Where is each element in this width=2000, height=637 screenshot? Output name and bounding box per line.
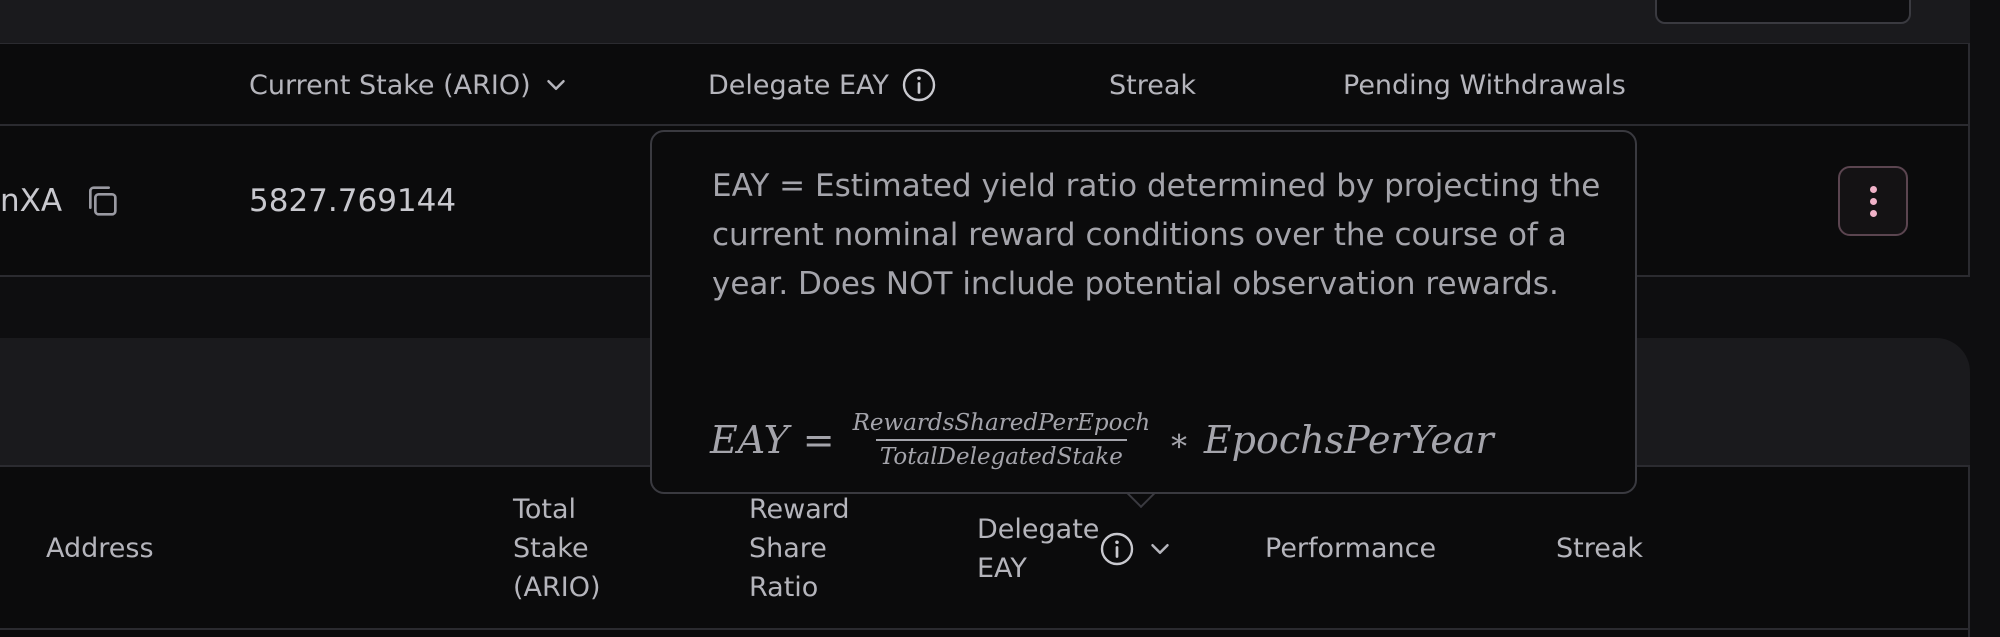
tooltip-description: EAY = Estimated yield ratio determined b… xyxy=(712,168,1601,302)
menu-dot xyxy=(1869,197,1877,205)
column-address[interactable]: Address xyxy=(46,467,154,630)
info-circle-icon[interactable] xyxy=(901,67,937,103)
info-circle-icon[interactable] xyxy=(1099,531,1135,567)
column-delegate-eay-label: Delegate EAY xyxy=(708,69,889,101)
formula-numerator: RewardsSharedPerEpoch xyxy=(852,410,1151,436)
copy-icon[interactable] xyxy=(82,181,122,221)
formula-equals: = xyxy=(802,418,835,462)
formula-lhs: EAY xyxy=(710,418,789,462)
top-toolbar xyxy=(0,0,1970,44)
more-vertical-icon xyxy=(1869,185,1877,193)
column-total-stake[interactable]: Total Stake (ARIO) xyxy=(513,467,623,630)
formula-rhs: EpochsPerYear xyxy=(1203,418,1494,462)
top-action-button[interactable] xyxy=(1655,0,1911,24)
stakes-table-header: Current Stake (ARIO) Delegate EAY Streak… xyxy=(0,44,1968,126)
eay-tooltip: EAY = Estimated yield ratio determined b… xyxy=(650,130,1637,494)
chevron-down-icon[interactable] xyxy=(1145,534,1175,564)
address-cell: nXA xyxy=(0,126,122,275)
page-edge xyxy=(1970,0,2000,637)
column-current-stake-label: Current Stake (ARIO) xyxy=(249,69,531,101)
column-delegate-eay-label: Delegate EAY xyxy=(977,513,1100,584)
formula-operator: ∗ xyxy=(1168,421,1190,459)
chevron-down-icon[interactable] xyxy=(541,70,571,100)
column-current-stake[interactable]: Current Stake (ARIO) xyxy=(249,44,571,126)
menu-dot xyxy=(1869,209,1877,217)
address-fragment[interactable]: nXA xyxy=(0,183,62,219)
eay-formula: EAY = RewardsSharedPerEpoch TotalDelegat… xyxy=(710,400,1494,480)
column-delegate-eay: Delegate EAY xyxy=(708,44,937,126)
column-pending-withdrawals: Pending Withdrawals xyxy=(1343,69,1626,101)
column-streak: Streak xyxy=(1109,69,1197,101)
formula-fraction: RewardsSharedPerEpoch TotalDelegatedStak… xyxy=(849,410,1155,470)
row-actions-button[interactable] xyxy=(1838,166,1908,236)
formula-denominator: TotalDelegatedStake xyxy=(875,439,1127,470)
current-stake-value: 5827.769144 xyxy=(249,182,457,219)
